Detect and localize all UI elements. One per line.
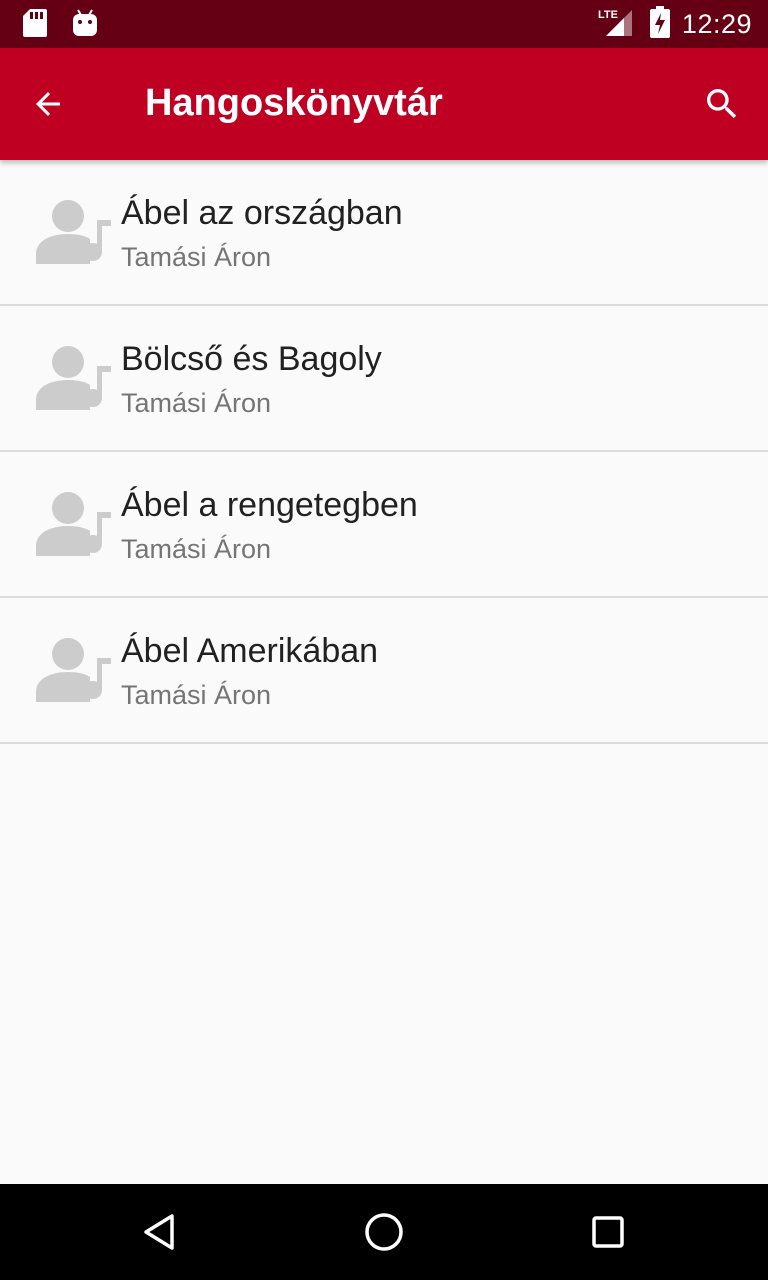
svg-text:LTE: LTE [598, 9, 618, 21]
book-author: Tamási Áron [121, 534, 272, 564]
book-list: Ábel az országban Tamási Áron Bölcső és … [0, 160, 768, 744]
sd-card-icon [22, 8, 48, 43]
home-circle-icon [365, 1213, 403, 1251]
system-icons: LTE 12:29 [598, 0, 752, 48]
list-item[interactable]: Ábel Amerikában Tamási Áron [0, 598, 768, 744]
book-author: Tamási Áron [121, 242, 272, 272]
signal-icon: LTE [598, 6, 638, 43]
book-title: Bölcső és Bagoly [121, 340, 382, 378]
book-title: Ábel Amerikában [121, 632, 379, 670]
audiobook-person-music-icon [36, 346, 111, 410]
page-title: Hangoskönyvtár [145, 82, 443, 124]
search-icon [707, 89, 737, 119]
book-author: Tamási Áron [121, 388, 272, 418]
arrow-back-icon [36, 92, 60, 116]
recents-square-icon [592, 1216, 624, 1248]
book-title: Ábel a rengetegben [121, 486, 418, 524]
audiobook-person-music-icon [36, 492, 111, 556]
list-item[interactable]: Bölcső és Bagoly Tamási Áron [0, 306, 768, 452]
book-author: Tamási Áron [121, 680, 272, 710]
nav-recents-button[interactable] [584, 1208, 632, 1256]
notification-icons [22, 8, 98, 43]
android-icon [72, 8, 98, 43]
list-item[interactable]: Ábel a rengetegben Tamási Áron [0, 452, 768, 598]
back-button[interactable] [24, 80, 72, 128]
back-triangle-icon [144, 1214, 174, 1250]
audiobook-person-music-icon [36, 638, 111, 702]
status-bar: LTE 12:29 [0, 0, 768, 48]
battery-charging-icon [649, 5, 670, 43]
app-bar: Hangoskönyvtár [0, 48, 768, 160]
navigation-bar [0, 1184, 768, 1280]
nav-back-button[interactable] [136, 1208, 184, 1256]
audiobook-person-music-icon [36, 200, 111, 264]
nav-home-button[interactable] [360, 1208, 408, 1256]
search-button[interactable] [698, 80, 746, 128]
book-title: Ábel az országban [121, 194, 403, 232]
list-item[interactable]: Ábel az országban Tamási Áron [0, 160, 768, 306]
status-time: 12:29 [681, 8, 752, 39]
